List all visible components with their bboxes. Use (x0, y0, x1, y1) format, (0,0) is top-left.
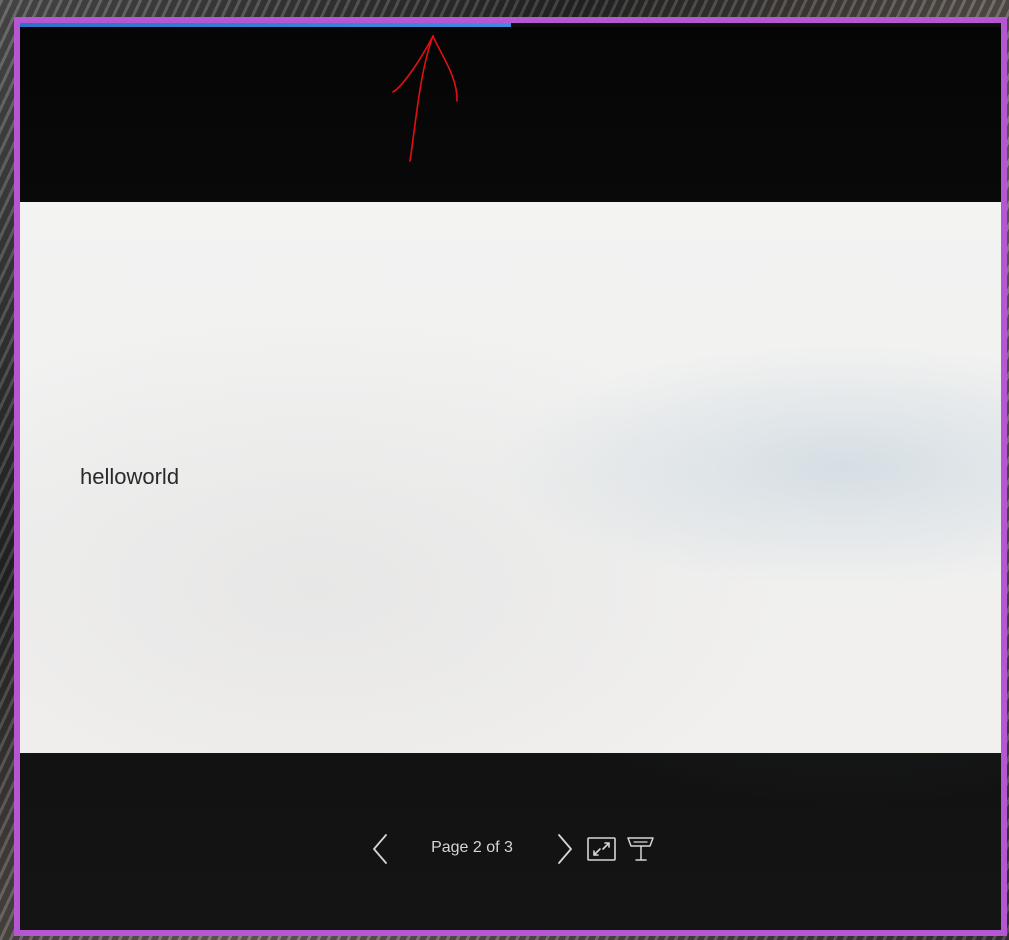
progress-bar (20, 23, 1001, 27)
presenter-view-button[interactable] (623, 829, 659, 869)
expand-icon (587, 837, 616, 861)
next-page-button[interactable] (547, 829, 583, 869)
red-arrow-annotation (392, 35, 458, 162)
presenter-podium-icon (627, 837, 654, 861)
fullscreen-button[interactable] (584, 829, 620, 869)
progress-bar-fill (20, 23, 511, 27)
presentation-controls: Page 2 of 3 (20, 829, 1001, 869)
previous-page-button[interactable] (362, 829, 398, 869)
presentation-frame: helloworld Page 2 of 3 (14, 17, 1007, 936)
slide-canvas: helloworld (20, 202, 1001, 753)
presentation-stage: helloworld Page 2 of 3 (20, 23, 1001, 930)
slide-text: helloworld (80, 464, 180, 489)
chevron-right-icon (558, 834, 572, 864)
chevron-left-icon (373, 834, 387, 864)
page-indicator: Page 2 of 3 (431, 839, 513, 856)
